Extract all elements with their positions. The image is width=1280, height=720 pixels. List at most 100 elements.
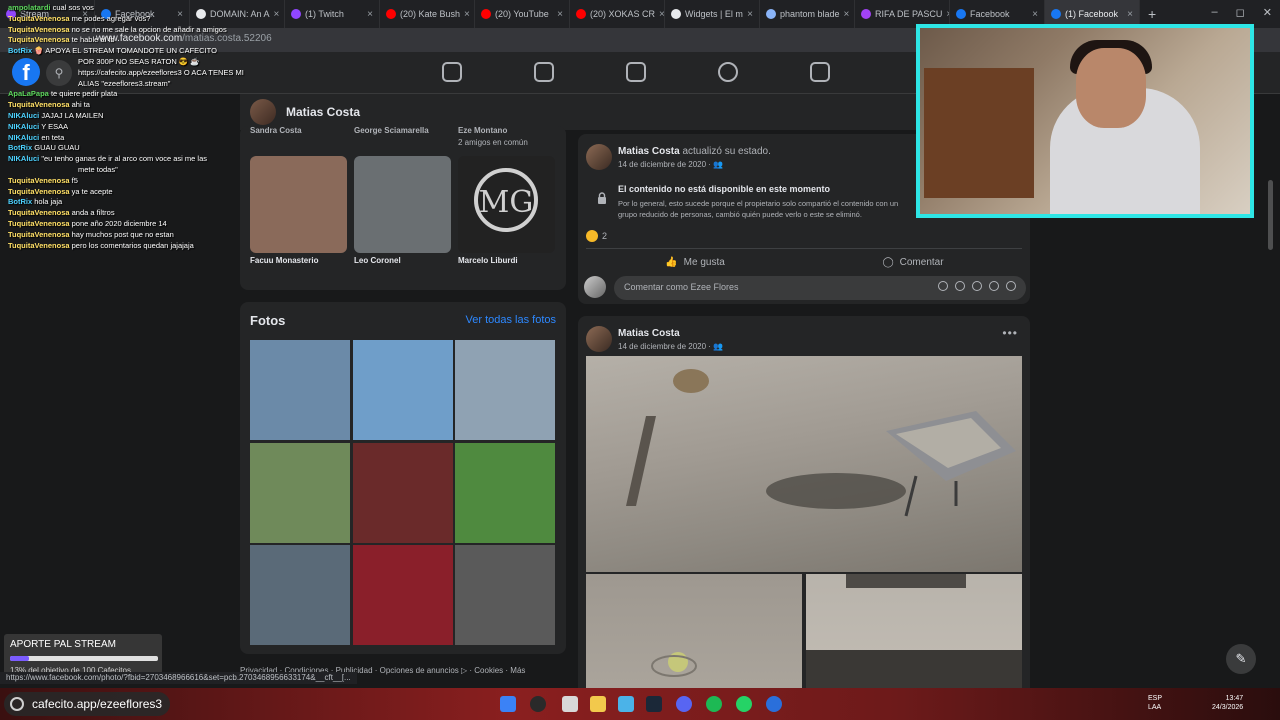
profile-name[interactable]: Matias Costa bbox=[286, 105, 360, 119]
photo-thumbnail[interactable] bbox=[455, 340, 555, 440]
emoji-icon[interactable] bbox=[955, 281, 965, 291]
chat-username: TuquitaVenenosa bbox=[8, 24, 70, 34]
browser-tab[interactable]: Widgets | El m × bbox=[665, 0, 760, 28]
friend-name[interactable]: Leo Coronel bbox=[354, 256, 401, 265]
minimize-icon[interactable]: – bbox=[1212, 6, 1218, 19]
close-tab-icon[interactable]: × bbox=[659, 9, 664, 20]
profile-sticky-header: Matias Costa bbox=[240, 94, 1030, 130]
close-tab-icon[interactable]: × bbox=[1127, 9, 1133, 20]
windows-start-icon[interactable] bbox=[500, 696, 516, 712]
tab-favicon-icon bbox=[1051, 9, 1061, 19]
chat-message: ApaLaPapa te quiere pedir plata bbox=[8, 89, 117, 98]
search-icon[interactable] bbox=[530, 696, 546, 712]
see-all-photos-link[interactable]: Ver todas las fotos bbox=[466, 314, 557, 326]
gaming-icon[interactable] bbox=[810, 62, 830, 82]
file-explorer-icon[interactable] bbox=[590, 696, 606, 712]
gif-icon[interactable] bbox=[989, 281, 999, 291]
discord-icon[interactable] bbox=[676, 696, 692, 712]
post-date[interactable]: 14 de diciembre de 2020 · 👥 bbox=[618, 342, 723, 351]
close-tab-icon[interactable]: × bbox=[747, 9, 753, 20]
avatar[interactable] bbox=[584, 276, 606, 298]
chat-message: TuquitaVenenosa no se no me sale la opci… bbox=[8, 25, 227, 34]
marketplace-icon[interactable] bbox=[626, 62, 646, 82]
post-date[interactable]: 14 de diciembre de 2020 · 👥 bbox=[618, 160, 723, 169]
chat-username: NIKAluci bbox=[8, 154, 40, 164]
chat-message: TuquitaVenenosa me podes agregar vos? bbox=[8, 14, 150, 23]
whatsapp-icon[interactable] bbox=[736, 696, 752, 712]
friend-name[interactable]: Marcelo Liburdi bbox=[458, 256, 518, 265]
photo-thumbnail[interactable] bbox=[352, 340, 453, 440]
comment-button[interactable]: ◯ Comentar bbox=[804, 249, 1022, 268]
browser-tab[interactable]: (1) Twitch × bbox=[285, 0, 380, 28]
photo-thumbnail[interactable] bbox=[250, 442, 350, 543]
close-tab-icon[interactable]: × bbox=[464, 9, 470, 20]
photo-thumbnail[interactable] bbox=[250, 340, 350, 440]
close-tab-icon[interactable]: × bbox=[274, 9, 280, 20]
close-icon[interactable]: ✕ bbox=[1263, 6, 1272, 19]
friend-name[interactable]: Eze Montano bbox=[458, 126, 507, 135]
new-tab-icon[interactable]: + bbox=[1140, 6, 1164, 22]
home-icon[interactable] bbox=[442, 62, 462, 82]
avatar[interactable] bbox=[586, 326, 612, 352]
photo-thumbnail[interactable] bbox=[455, 545, 555, 645]
browser-tab[interactable]: (20) YouTube × bbox=[475, 0, 570, 28]
friend-photo[interactable] bbox=[250, 156, 347, 253]
groups-icon[interactable] bbox=[718, 62, 738, 82]
clock[interactable]: 13:47 24/3/2026 bbox=[1212, 694, 1243, 712]
post-photo[interactable] bbox=[806, 574, 1022, 696]
refracciones-logo-icon: MG bbox=[474, 168, 538, 232]
chat-username: TuquitaVenenosa bbox=[8, 175, 70, 185]
photo-thumbnail[interactable] bbox=[352, 545, 453, 645]
new-message-button[interactable]: ✎ bbox=[1226, 644, 1256, 674]
photo-thumbnail[interactable] bbox=[352, 442, 453, 543]
maximize-icon[interactable]: ◻ bbox=[1236, 6, 1245, 19]
chat-message: mete todas" bbox=[78, 165, 118, 174]
friend-photo[interactable]: MG bbox=[458, 156, 555, 253]
reaction-summary[interactable]: 2 bbox=[586, 230, 607, 242]
friend-name[interactable]: Sandra Costa bbox=[250, 126, 302, 135]
chat-text: me podes agregar vos? bbox=[69, 13, 151, 23]
more-options-icon[interactable]: ••• bbox=[1002, 326, 1018, 340]
task-view-icon[interactable] bbox=[562, 696, 578, 712]
sticker-icon[interactable] bbox=[1006, 281, 1016, 291]
browser-icon[interactable] bbox=[618, 696, 634, 712]
friends-audience-icon: 👥 bbox=[713, 342, 724, 351]
photo-thumbnail[interactable] bbox=[455, 442, 555, 543]
chat-message: BotRix GUAU GUAU bbox=[8, 143, 80, 152]
watch-icon[interactable] bbox=[534, 62, 554, 82]
app-icon[interactable] bbox=[766, 696, 782, 712]
tab-label: phantom blade bbox=[780, 9, 840, 19]
like-button[interactable]: 👍 Me gusta bbox=[586, 249, 804, 268]
post-photo[interactable] bbox=[586, 356, 1022, 572]
friend-name[interactable]: George Sciamarella bbox=[354, 126, 429, 135]
avatar[interactable] bbox=[586, 144, 612, 170]
chat-username: BotRix bbox=[8, 197, 33, 207]
close-tab-icon[interactable]: × bbox=[844, 9, 850, 20]
friend-photo[interactable] bbox=[354, 156, 451, 253]
chat-username: TuquitaVenenosa bbox=[8, 13, 70, 23]
avatar-sticker-icon[interactable] bbox=[938, 281, 948, 291]
close-tab-icon[interactable]: × bbox=[1032, 9, 1038, 20]
input-language[interactable]: ESP LAA bbox=[1148, 694, 1162, 712]
friend-name[interactable]: Facuu Monasterio bbox=[250, 256, 318, 265]
thumbs-up-icon: 👍 bbox=[665, 257, 678, 268]
browser-tab[interactable]: phantom blade × bbox=[760, 0, 855, 28]
shelf-image bbox=[924, 68, 1034, 198]
post-author[interactable]: Matias Costa bbox=[618, 328, 680, 339]
chat-message: TuquitaVenenosa anda a filtros bbox=[8, 208, 115, 217]
camera-icon[interactable] bbox=[972, 281, 982, 291]
webcam-overlay bbox=[916, 24, 1254, 218]
tab-label: (1) Twitch bbox=[305, 9, 344, 19]
photo-thumbnail[interactable] bbox=[250, 545, 350, 645]
comment-input[interactable]: Comentar como Ezee Flores bbox=[614, 276, 1026, 300]
browser-tab[interactable]: (20) Kate Bush × bbox=[380, 0, 475, 28]
close-tab-icon[interactable]: × bbox=[367, 9, 373, 20]
post-author[interactable]: Matias Costa actualizó su estado. bbox=[618, 146, 771, 157]
close-tab-icon[interactable]: × bbox=[557, 9, 563, 20]
browser-tab[interactable]: (20) XOKAS CR × bbox=[570, 0, 665, 28]
steam-icon[interactable] bbox=[646, 696, 662, 712]
post-photo[interactable] bbox=[586, 574, 802, 696]
spotify-icon[interactable] bbox=[706, 696, 722, 712]
chat-message: TuquitaVenenosa pero los comentarios que… bbox=[8, 241, 194, 250]
scrollbar-thumb[interactable] bbox=[1268, 180, 1273, 250]
